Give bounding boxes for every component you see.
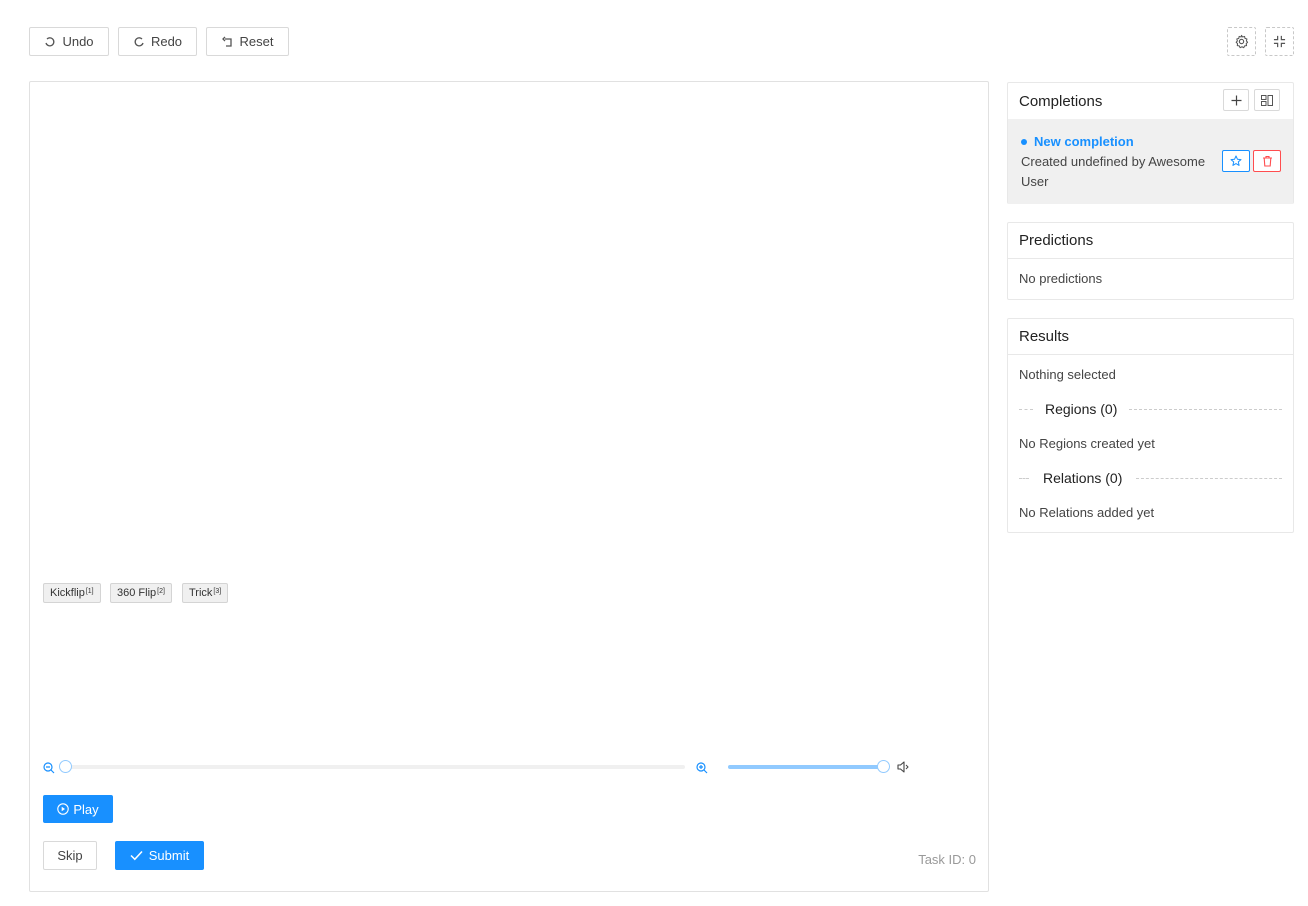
completion-meta: Created undefined by Awesome User xyxy=(1021,154,1206,189)
layout-icon xyxy=(1261,94,1273,106)
zoom-in-icon[interactable] xyxy=(696,762,708,774)
fullscreen-exit-icon xyxy=(1273,35,1286,48)
redo-label: Redo xyxy=(150,34,183,49)
star-icon xyxy=(1230,155,1242,166)
annotation-panel xyxy=(29,81,989,892)
label-hotkey: [2] xyxy=(157,587,165,595)
zoom-slider-handle[interactable] xyxy=(59,760,72,773)
check-icon xyxy=(130,850,143,861)
gear-icon xyxy=(1235,34,1249,49)
skip-button[interactable]: Skip xyxy=(43,841,97,870)
task-id: Task ID: 0 xyxy=(918,852,976,867)
reset-button[interactable]: Reset xyxy=(206,27,289,56)
trash-icon xyxy=(1262,155,1272,167)
completions-header: Completions xyxy=(1008,83,1293,119)
label-name: Trick xyxy=(189,587,213,599)
relations-label: Relations (0) xyxy=(1043,470,1123,486)
volume-icon[interactable] xyxy=(897,761,910,773)
delete-button[interactable] xyxy=(1253,150,1281,172)
results-title: Results xyxy=(1019,328,1070,345)
reset-label: Reset xyxy=(239,34,274,49)
view-completions-button[interactable] xyxy=(1254,89,1280,111)
completion-title: New completion xyxy=(1034,134,1134,149)
undo-button[interactable]: Undo xyxy=(29,27,109,56)
predictions-card: Predictions No predictions xyxy=(1007,222,1294,300)
skip-label: Skip xyxy=(57,848,83,863)
regions-empty: No Regions created yet xyxy=(1019,436,1155,451)
volume-slider-track[interactable] xyxy=(728,765,884,769)
label-name: Kickflip xyxy=(50,587,85,599)
label-hotkey: [1] xyxy=(85,587,94,595)
add-completion-button[interactable] xyxy=(1223,89,1249,111)
fullscreen-button[interactable] xyxy=(1265,27,1294,56)
nothing-selected: Nothing selected xyxy=(1019,367,1116,382)
zoom-out-icon[interactable] xyxy=(43,762,55,774)
relations-divider: Relations (0) xyxy=(1019,470,1282,486)
results-header: Results xyxy=(1008,319,1293,355)
zoom-slider-track[interactable] xyxy=(65,765,685,769)
play-button[interactable]: Play xyxy=(43,795,113,823)
undo-icon xyxy=(45,36,55,46)
submit-label: Submit xyxy=(148,848,190,863)
label-tag-trick[interactable]: Trick [3] xyxy=(182,583,229,603)
regions-divider: Regions (0) xyxy=(1019,401,1282,417)
label-tag-kickflip[interactable]: Kickflip [1] xyxy=(43,583,101,603)
completion-item[interactable]: New completion Created undefined by Awes… xyxy=(1008,119,1293,204)
submit-button[interactable]: Submit xyxy=(115,841,204,870)
predictions-title: Predictions xyxy=(1019,232,1094,249)
predictions-header: Predictions xyxy=(1008,223,1293,259)
settings-button[interactable] xyxy=(1227,27,1256,56)
play-label: Play xyxy=(73,801,99,817)
relations-empty: No Relations added yet xyxy=(1019,505,1155,520)
label-name: 360 Flip xyxy=(117,587,157,599)
reset-icon xyxy=(221,36,232,47)
plus-icon xyxy=(1231,95,1241,105)
predictions-empty: No predictions xyxy=(1019,271,1103,286)
regions-label: Regions (0) xyxy=(1045,401,1118,417)
star-button[interactable] xyxy=(1222,150,1250,172)
label-hotkey: [3] xyxy=(213,587,222,595)
redo-button[interactable]: Redo xyxy=(118,27,197,56)
completions-card: Completions New completion Created undef… xyxy=(1007,82,1294,204)
volume-slider-handle[interactable] xyxy=(877,760,890,773)
results-card: Results Nothing selected Regions (0) No … xyxy=(1007,318,1294,533)
completion-dot xyxy=(1021,139,1027,145)
play-circle-icon xyxy=(57,803,70,815)
redo-icon xyxy=(134,36,144,46)
label-tag-360-flip[interactable]: 360 Flip [2] xyxy=(110,583,172,603)
undo-label: Undo xyxy=(62,34,94,49)
completions-title: Completions xyxy=(1019,92,1103,110)
